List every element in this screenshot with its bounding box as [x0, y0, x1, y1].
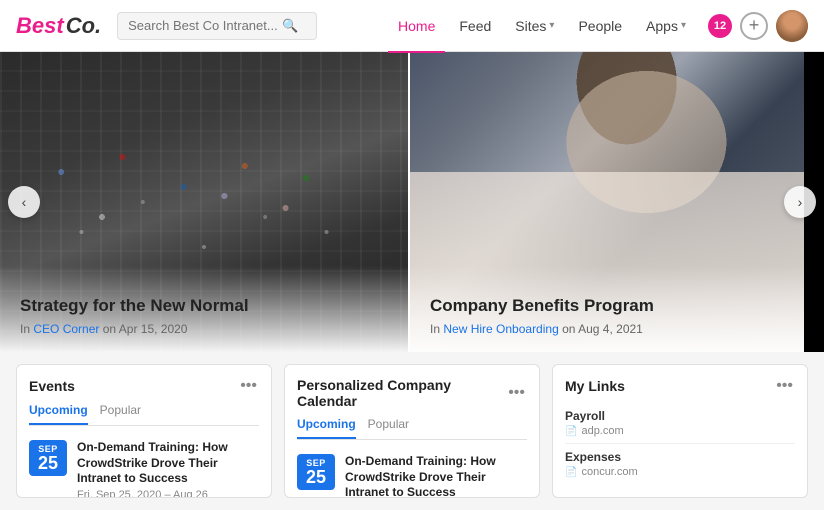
search-input[interactable] [128, 18, 278, 33]
events-widget: Events ••• Upcoming Popular SEP 25 On-De… [16, 364, 272, 498]
calendar-tab-upcoming[interactable]: Upcoming [297, 417, 356, 439]
header: Best Co. 🔍 Home Feed Sites ▾ People Apps… [0, 0, 824, 52]
events-menu-button[interactable]: ••• [238, 377, 259, 395]
event-date-badge: SEP 25 [29, 440, 67, 476]
carousel-items: Strategy for the New Normal In CEO Corne… [0, 52, 824, 352]
notification-badge[interactable]: 12 [708, 14, 732, 38]
events-widget-header: Events ••• [29, 377, 259, 395]
carousel-item-2: Company Benefits Program In New Hire Onb… [408, 52, 804, 352]
search-icon: 🔍 [282, 18, 298, 34]
carousel-category-link-2[interactable]: New Hire Onboarding [443, 322, 558, 336]
link-label-payroll: Payroll [565, 409, 624, 423]
carousel-next-button[interactable]: › [784, 186, 816, 218]
events-tab-upcoming[interactable]: Upcoming [29, 403, 88, 425]
carousel-title-1: Strategy for the New Normal [20, 296, 388, 316]
calendar-menu-button[interactable]: ••• [506, 384, 527, 402]
link-section-expenses: Expenses 📄 concur.com [565, 450, 638, 478]
logo-co-text: Co. [66, 13, 101, 39]
nav-item-home[interactable]: Home [388, 12, 445, 40]
calendar-widget-header: Personalized Company Calendar ••• [297, 377, 527, 409]
link-item-expenses[interactable]: Expenses 📄 concur.com [565, 444, 795, 484]
carousel-caption-1: Strategy for the New Normal In CEO Corne… [0, 266, 408, 352]
events-tabs: Upcoming Popular [29, 403, 259, 426]
carousel-prev-button[interactable]: ‹ [8, 186, 40, 218]
nav-item-sites[interactable]: Sites ▾ [505, 12, 564, 40]
link-item-payroll[interactable]: Payroll 📄 adp.com [565, 403, 795, 444]
search-bar[interactable]: 🔍 [117, 12, 317, 40]
calendar-event-details: On-Demand Training: How CrowdStrike Drov… [345, 454, 527, 498]
calendar-date-badge: SEP 25 [297, 454, 335, 490]
link-section-payroll: Payroll 📄 adp.com [565, 409, 624, 437]
carousel-meta-2: In New Hire Onboarding on Aug 4, 2021 [430, 322, 784, 336]
apps-chevron-icon: ▾ [681, 20, 686, 31]
carousel-meta-1: In CEO Corner on Apr 15, 2020 [20, 322, 388, 336]
logo[interactable]: Best Co. [16, 13, 101, 39]
sites-chevron-icon: ▾ [549, 20, 554, 31]
header-actions: 12 + [708, 10, 808, 42]
my-links-widget-title: My Links [565, 378, 625, 394]
event-details: On-Demand Training: How CrowdStrike Drov… [77, 440, 259, 498]
link-label-expenses: Expenses [565, 450, 638, 464]
calendar-list-item: SEP 25 On-Demand Training: How CrowdStri… [297, 450, 527, 498]
link-url-payroll: adp.com [581, 425, 623, 437]
my-links-widget: My Links ••• Payroll 📄 adp.com Expenses … [552, 364, 808, 498]
link-icon-expenses: 📄 [565, 467, 577, 478]
events-tab-popular[interactable]: Popular [100, 403, 141, 425]
carousel-item-1: Strategy for the New Normal In CEO Corne… [0, 52, 408, 352]
carousel-category-link-1[interactable]: CEO Corner [33, 322, 99, 336]
event-time: Fri, Sep 25, 2020 – Aug 26 [77, 489, 259, 498]
carousel-caption-2: Company Benefits Program In New Hire Onb… [410, 266, 804, 352]
link-icon-payroll: 📄 [565, 426, 577, 437]
link-url-expenses: concur.com [581, 466, 637, 478]
carousel-title-2: Company Benefits Program [430, 296, 784, 316]
nav-item-people[interactable]: People [568, 12, 632, 40]
calendar-event-title: On-Demand Training: How CrowdStrike Drov… [345, 454, 527, 498]
events-widget-title: Events [29, 378, 75, 394]
avatar[interactable] [776, 10, 808, 42]
hero-carousel: Strategy for the New Normal In CEO Corne… [0, 52, 824, 352]
content-area: Events ••• Upcoming Popular SEP 25 On-De… [0, 352, 824, 510]
event-list-item: SEP 25 On-Demand Training: How CrowdStri… [29, 436, 259, 498]
calendar-tab-popular[interactable]: Popular [368, 417, 409, 439]
calendar-day: 25 [299, 468, 333, 486]
event-title: On-Demand Training: How CrowdStrike Drov… [77, 440, 259, 487]
calendar-tabs: Upcoming Popular [297, 417, 527, 440]
my-links-widget-header: My Links ••• [565, 377, 795, 395]
nav-item-apps[interactable]: Apps ▾ [636, 12, 696, 40]
logo-best-text: Best [16, 13, 64, 39]
calendar-widget: Personalized Company Calendar ••• Upcomi… [284, 364, 540, 498]
main-nav: Home Feed Sites ▾ People Apps ▾ [388, 12, 696, 40]
event-day: 25 [31, 454, 65, 472]
calendar-widget-title: Personalized Company Calendar [297, 377, 506, 409]
nav-item-feed[interactable]: Feed [449, 12, 501, 40]
avatar-image [776, 10, 808, 42]
my-links-menu-button[interactable]: ••• [774, 377, 795, 395]
add-button[interactable]: + [740, 12, 768, 40]
